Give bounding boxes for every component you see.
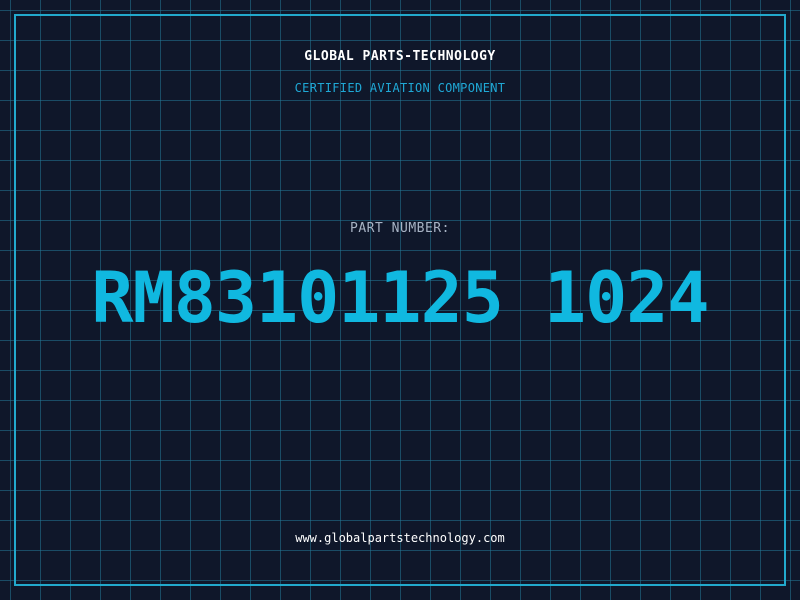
label-canvas: GLOBAL PARTS-TECHNOLOGY CERTIFIED AVIATI…	[0, 0, 800, 600]
part-number-value: RM83101125 1024	[91, 257, 709, 339]
part-number-label: PART NUMBER:	[350, 221, 450, 236]
certification-subtitle: CERTIFIED AVIATION COMPONENT	[294, 81, 506, 95]
website-url: www.globalpartstechnology.com	[295, 531, 505, 545]
company-name: GLOBAL PARTS-TECHNOLOGY	[304, 49, 496, 64]
